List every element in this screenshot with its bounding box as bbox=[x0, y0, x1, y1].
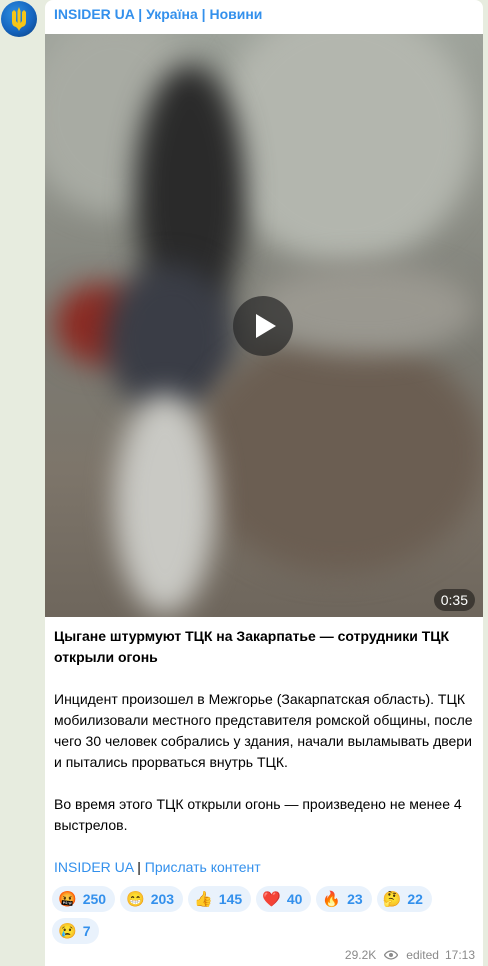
post-paragraph-1: Инцидент произошел в Межгорье (Закарпатс… bbox=[54, 691, 473, 770]
edited-label: edited bbox=[406, 948, 439, 962]
insider-ua-link[interactable]: INSIDER UA bbox=[54, 859, 133, 875]
channel-avatar[interactable] bbox=[1, 1, 37, 37]
reaction-fire[interactable]: 🔥 23 bbox=[316, 886, 372, 912]
trident-icon bbox=[12, 7, 26, 31]
post-text: Цыгане штурмуют ТЦК на Закарпатье — сотр… bbox=[54, 626, 476, 899]
reaction-count: 203 bbox=[150, 891, 175, 907]
video-player[interactable]: 0:35 bbox=[45, 34, 483, 617]
reaction-grin[interactable]: 😁 203 bbox=[120, 886, 184, 912]
reactions-bar: 🤬 250 😁 203 👍 145 ❤️ 40 🔥 23 🤔 22 😢 7 bbox=[52, 886, 477, 944]
grinning-face-icon: 😁 bbox=[126, 890, 145, 908]
reaction-count: 145 bbox=[218, 891, 243, 907]
link-separator: | bbox=[137, 859, 141, 875]
reaction-heart[interactable]: ❤️ 40 bbox=[256, 886, 312, 912]
heart-icon: ❤️ bbox=[262, 890, 281, 908]
view-count: 29.2K bbox=[344, 948, 377, 962]
play-icon bbox=[255, 314, 276, 338]
reaction-thinking[interactable]: 🤔 22 bbox=[376, 886, 432, 912]
message-time: 17:13 bbox=[444, 948, 475, 962]
fire-icon: 🔥 bbox=[322, 890, 342, 908]
channel-name[interactable]: INSIDER UA | Україна | Новини bbox=[54, 6, 262, 22]
reaction-crying[interactable]: 😢 7 bbox=[52, 918, 100, 944]
reaction-count: 250 bbox=[82, 891, 107, 907]
reaction-count: 22 bbox=[407, 891, 423, 907]
message-bubble: INSIDER UA | Україна | Новини 0:35 Цыган… bbox=[45, 0, 483, 966]
message-meta: 29.2K edited 17:13 bbox=[345, 948, 475, 962]
send-content-link[interactable]: Прислать контент bbox=[145, 859, 261, 875]
post-headline: Цыгане штурмуют ТЦК на Закарпатье — сотр… bbox=[54, 628, 450, 665]
reaction-count: 7 bbox=[82, 923, 91, 939]
play-button[interactable] bbox=[233, 296, 293, 356]
angry-face-icon: 🤬 bbox=[58, 890, 77, 908]
crying-face-icon: 😢 bbox=[58, 922, 77, 940]
reaction-thumbs-up[interactable]: 👍 145 bbox=[188, 886, 252, 912]
thumbs-up-icon: 👍 bbox=[194, 890, 213, 908]
post-links: INSIDER UA | Прислать контент bbox=[54, 857, 476, 878]
eye-icon bbox=[384, 950, 399, 960]
post-paragraph-2: Во время этого ТЦК открыли огонь — произ… bbox=[54, 796, 462, 833]
reaction-count: 23 bbox=[347, 891, 363, 907]
reaction-angry[interactable]: 🤬 250 bbox=[52, 886, 116, 912]
video-duration: 0:35 bbox=[433, 589, 475, 611]
reaction-count: 40 bbox=[286, 891, 303, 907]
thinking-face-icon: 🤔 bbox=[382, 890, 402, 908]
